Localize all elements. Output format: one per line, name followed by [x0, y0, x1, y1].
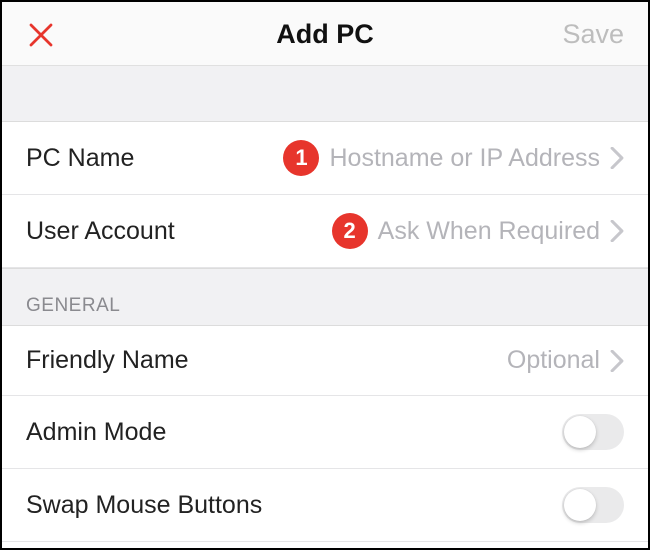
- swap-mouse-toggle[interactable]: [562, 487, 624, 523]
- section-header-general: GENERAL: [2, 268, 648, 326]
- user-account-label: User Account: [26, 217, 175, 246]
- toggle-knob: [564, 489, 596, 521]
- section-title-general: GENERAL: [26, 295, 120, 317]
- swap-mouse-label: Swap Mouse Buttons: [26, 491, 262, 520]
- annotation-badge-1: 1: [283, 140, 319, 176]
- chevron-right-icon: [610, 220, 624, 242]
- row-pc-name[interactable]: PC Name 1 Hostname or IP Address: [2, 122, 648, 195]
- annotation-badge-2: 2: [332, 213, 368, 249]
- user-account-value: Ask When Required: [378, 217, 600, 246]
- header-bar: Add PC Save: [2, 2, 648, 66]
- toggle-knob: [564, 416, 596, 448]
- friendly-name-label: Friendly Name: [26, 346, 189, 375]
- chevron-right-icon: [610, 147, 624, 169]
- close-icon[interactable]: [26, 20, 56, 50]
- row-admin-mode: Admin Mode: [2, 396, 648, 469]
- friendly-name-value: Optional: [507, 346, 600, 375]
- row-friendly-name[interactable]: Friendly Name Optional: [2, 326, 648, 396]
- admin-mode-label: Admin Mode: [26, 418, 166, 447]
- save-button[interactable]: Save: [562, 19, 624, 50]
- page-title: Add PC: [276, 19, 374, 50]
- chevron-right-icon: [610, 350, 624, 372]
- pc-name-label: PC Name: [26, 144, 134, 173]
- section-spacer: [2, 66, 648, 122]
- row-user-account[interactable]: User Account 2 Ask When Required: [2, 195, 648, 268]
- row-swap-mouse: Swap Mouse Buttons: [2, 469, 648, 542]
- pc-name-value: Hostname or IP Address: [329, 144, 600, 173]
- admin-mode-toggle[interactable]: [562, 414, 624, 450]
